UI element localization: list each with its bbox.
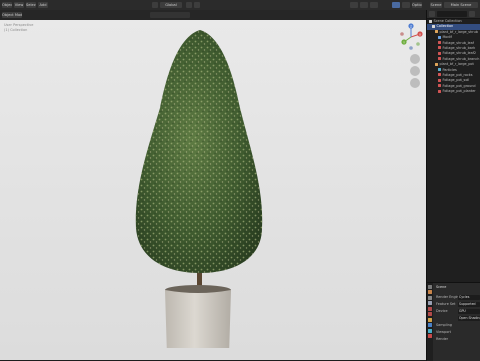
view-layer-tab-icon[interactable] bbox=[428, 301, 432, 305]
outliner-item[interactable]: Foliage_pot_planter bbox=[427, 89, 480, 94]
snap-icon[interactable] bbox=[186, 2, 192, 8]
particles-tab-icon[interactable] bbox=[428, 328, 432, 333]
modifier-icon bbox=[438, 35, 441, 39]
outliner-item-label: plant_bf_r_large_pot bbox=[439, 62, 474, 67]
properties-tabs bbox=[427, 283, 433, 361]
object-icon bbox=[435, 30, 438, 34]
add-menu-button[interactable]: Add bbox=[38, 2, 48, 8]
scene-selector[interactable]: Scene bbox=[430, 2, 442, 8]
collection-icon bbox=[432, 24, 435, 28]
outliner-item-label: Foliage_shrub_branch bbox=[442, 56, 480, 61]
filter-icon[interactable] bbox=[469, 11, 475, 17]
modifier-tab-icon[interactable] bbox=[428, 323, 432, 327]
select-menu-button[interactable]: Select bbox=[26, 2, 36, 8]
tool-tab-icon[interactable] bbox=[428, 284, 432, 289]
outliner-item-label: Foliage_shrub_leaf bbox=[442, 40, 474, 45]
property-value-field[interactable]: Supported bbox=[458, 302, 480, 307]
properties-panel: Scene Render Engine Cycles Feature Set Supp… bbox=[426, 282, 480, 361]
mesh-icon bbox=[438, 46, 441, 50]
planter-pot bbox=[165, 290, 231, 348]
viewport-shading-material-icon[interactable] bbox=[360, 2, 368, 8]
object-menu-button[interactable]: Object bbox=[2, 2, 12, 8]
transform-orientation-icon[interactable] bbox=[152, 2, 158, 8]
outliner-item-label: Collection bbox=[436, 24, 454, 29]
property-label: Sampling bbox=[436, 323, 452, 327]
mesh-icon bbox=[438, 84, 441, 88]
outliner-item-label: Modif bbox=[442, 35, 452, 40]
particles-icon bbox=[438, 68, 441, 72]
outliner-item-label: Scene Collection bbox=[433, 19, 462, 23]
navigation-gizmo[interactable]: X Y Z bbox=[396, 22, 426, 52]
outliner-item-label: Particles bbox=[442, 67, 457, 72]
outliner-item-label: Foliage_pot_ground bbox=[442, 83, 476, 88]
pivot-settings[interactable] bbox=[150, 12, 190, 18]
scene-tab-icon[interactable] bbox=[428, 306, 432, 311]
property-value-field[interactable]: Cycles bbox=[458, 295, 480, 300]
mode-dropdown[interactable]: Object Mode bbox=[2, 12, 22, 18]
viewport-info: User Perspective (1) Collection bbox=[4, 23, 33, 33]
viewport-shading-solid-icon[interactable] bbox=[350, 2, 358, 8]
object-icon bbox=[435, 62, 438, 66]
outliner-item-label: Foliage_shrub_leaf2 bbox=[442, 51, 477, 56]
outliner-item-label: Foliage_pot_rocks bbox=[442, 72, 473, 77]
property-label: Viewport bbox=[436, 330, 451, 334]
mesh-icon bbox=[438, 51, 441, 55]
topiary-plant-model[interactable] bbox=[110, 28, 290, 348]
gizmo-x-label: X bbox=[419, 32, 421, 36]
outliner-item-label: plant_bf_r_large_shrub bbox=[439, 29, 478, 34]
scene-name-field[interactable]: Main Scene bbox=[444, 2, 478, 8]
property-value-field[interactable]: GPU bbox=[458, 309, 480, 314]
zoom-view-icon[interactable] bbox=[410, 54, 420, 64]
output-tab-icon[interactable] bbox=[428, 295, 432, 300]
proportional-edit-icon[interactable] bbox=[194, 2, 200, 8]
mesh-icon bbox=[438, 89, 441, 93]
mesh-icon bbox=[438, 57, 441, 61]
outliner-item-label: Foliage_pot_planter bbox=[442, 89, 476, 94]
view-menu-button[interactable]: View bbox=[14, 2, 24, 8]
render-tab-icon[interactable] bbox=[428, 290, 432, 294]
object-tab-icon[interactable] bbox=[428, 317, 432, 322]
viewport-info-collection: (1) Collection bbox=[4, 28, 28, 32]
mesh-icon bbox=[438, 78, 441, 82]
outliner-search-input[interactable] bbox=[437, 11, 467, 17]
outliner-item-label: Foliage_pot_soil bbox=[442, 78, 470, 83]
pan-view-icon[interactable] bbox=[410, 66, 420, 76]
property-label: Device bbox=[436, 309, 448, 313]
transform-orientation-dropdown[interactable]: Global bbox=[160, 2, 182, 8]
viewport-header: Object Mode bbox=[0, 10, 426, 20]
options-dropdown[interactable]: Options bbox=[412, 2, 422, 8]
world-tab-icon[interactable] bbox=[428, 312, 432, 316]
material-tab-icon[interactable] bbox=[428, 334, 432, 338]
gizmo-y-label: Y bbox=[403, 40, 405, 44]
outliner-tree: Scene Collection Collection plant_bf_r_lar… bbox=[427, 19, 480, 94]
outliner-header bbox=[427, 10, 480, 19]
collection-icon bbox=[429, 19, 432, 23]
outliner-item-label: Foliage_shrub_bark bbox=[442, 45, 476, 50]
display-mode-icon[interactable] bbox=[429, 11, 435, 17]
viewport-shading-rendered-icon[interactable] bbox=[370, 2, 378, 8]
mesh-icon bbox=[438, 41, 441, 45]
3d-viewport[interactable]: User Perspective (1) Collection X Y Z bbox=[0, 20, 426, 360]
property-value-field[interactable]: Open Shading bbox=[458, 316, 480, 321]
property-label: Render bbox=[436, 337, 449, 341]
property-label: Feature Set bbox=[436, 302, 456, 306]
outliner-panel: Scene Collection Collection plant_bf_r_lar… bbox=[426, 10, 480, 282]
overlay-toggle-icon[interactable] bbox=[392, 2, 400, 8]
xray-toggle-icon[interactable] bbox=[402, 2, 410, 8]
properties-header: Scene bbox=[436, 285, 447, 289]
camera-view-icon[interactable] bbox=[410, 78, 420, 88]
gizmo-z-label: Z bbox=[410, 24, 412, 28]
mesh-icon bbox=[438, 73, 441, 77]
